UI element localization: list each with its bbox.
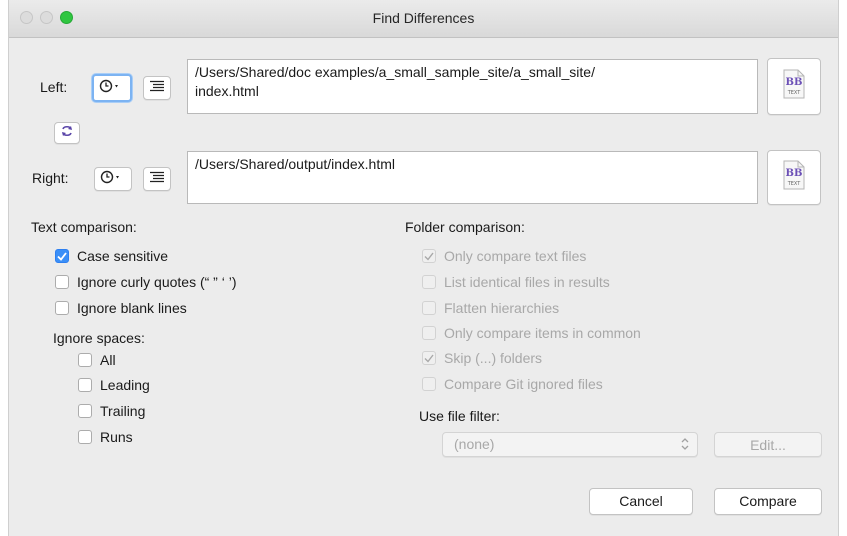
clock-icon — [100, 170, 126, 189]
list-identical-files-checkbox[interactable] — [422, 275, 436, 289]
spaces-runs-label: Runs — [100, 429, 133, 445]
swap-button[interactable] — [54, 122, 80, 144]
spaces-runs-checkbox[interactable] — [78, 430, 92, 444]
svg-text:TEXT: TEXT — [787, 181, 802, 187]
flatten-hierarchies-checkbox[interactable] — [422, 301, 436, 315]
git-ignored-files-checkbox[interactable] — [422, 377, 436, 391]
right-path-field[interactable]: /Users/Shared/output/index.html — [187, 151, 758, 204]
only-items-in-common-label: Only compare items in common — [444, 325, 641, 341]
list-icon — [149, 170, 165, 188]
svg-text:BB: BB — [786, 168, 803, 179]
left-list-button[interactable] — [143, 76, 171, 100]
swap-arrows-icon — [60, 124, 74, 142]
file-filter-select[interactable]: (none) — [442, 432, 698, 457]
skip-folders-checkbox[interactable] — [422, 351, 436, 365]
right-file-button[interactable]: BB TEXT — [767, 150, 821, 205]
spaces-leading-label: Leading — [100, 377, 150, 393]
ignore-blank-lines-checkbox[interactable] — [55, 301, 69, 315]
checkmark-icon — [57, 251, 67, 261]
only-items-in-common-checkbox[interactable] — [422, 326, 436, 340]
right-list-button[interactable] — [143, 167, 171, 191]
spaces-all-checkbox[interactable] — [78, 353, 92, 367]
text-comparison-heading: Text comparison: — [31, 219, 137, 235]
file-filter-value: (none) — [454, 436, 495, 452]
ignore-blank-lines-label: Ignore blank lines — [77, 300, 187, 316]
ignore-spaces-heading: Ignore spaces: — [53, 330, 145, 346]
spaces-trailing-label: Trailing — [100, 403, 146, 419]
use-file-filter-label: Use file filter: — [419, 408, 500, 424]
text-file-icon: BB TEXT — [782, 160, 806, 195]
edit-filter-label: Edit... — [750, 437, 786, 453]
flatten-hierarchies-label: Flatten hierarchies — [444, 300, 560, 316]
ignore-curly-quotes-checkbox[interactable] — [55, 275, 69, 289]
edit-filter-button[interactable]: Edit... — [714, 432, 822, 457]
only-text-files-checkbox[interactable] — [422, 249, 436, 263]
title-bar: Find Differences — [9, 0, 838, 38]
right-history-button[interactable] — [94, 167, 132, 191]
spaces-all-label: All — [100, 352, 116, 368]
spaces-trailing-checkbox[interactable] — [78, 404, 92, 418]
svg-text:TEXT: TEXT — [787, 90, 802, 96]
checkmark-icon — [424, 354, 434, 363]
cancel-button[interactable]: Cancel — [589, 488, 693, 515]
git-ignored-files-label: Compare Git ignored files — [444, 376, 603, 392]
left-history-button[interactable] — [92, 74, 132, 102]
left-path-field[interactable]: /Users/Shared/doc examples/a_small_sampl… — [187, 59, 758, 114]
window-title: Find Differences — [372, 10, 475, 26]
left-file-button[interactable]: BB TEXT — [767, 58, 821, 115]
case-sensitive-label: Case sensitive — [77, 248, 169, 264]
folder-comparison-heading: Folder comparison: — [405, 219, 525, 235]
chevron-updown-icon — [681, 437, 689, 456]
checkmark-icon — [424, 252, 434, 261]
right-label: Right: — [32, 170, 69, 186]
compare-button[interactable]: Compare — [714, 488, 822, 515]
spaces-leading-checkbox[interactable] — [78, 378, 92, 392]
only-text-files-label: Only compare text files — [444, 248, 587, 264]
svg-text:BB: BB — [786, 77, 803, 88]
ignore-curly-quotes-label: Ignore curly quotes (“ ” ‘ ’) — [77, 274, 237, 290]
list-identical-files-label: List identical files in results — [444, 274, 610, 290]
list-icon — [149, 79, 165, 97]
case-sensitive-checkbox[interactable] — [55, 249, 69, 263]
text-file-icon: BB TEXT — [782, 69, 806, 104]
find-differences-window: Find Differences Left: /Users/Shared/doc… — [8, 0, 839, 536]
left-label: Left: — [40, 79, 68, 95]
skip-folders-label: Skip (...) folders — [444, 350, 543, 366]
clock-icon — [99, 79, 125, 98]
